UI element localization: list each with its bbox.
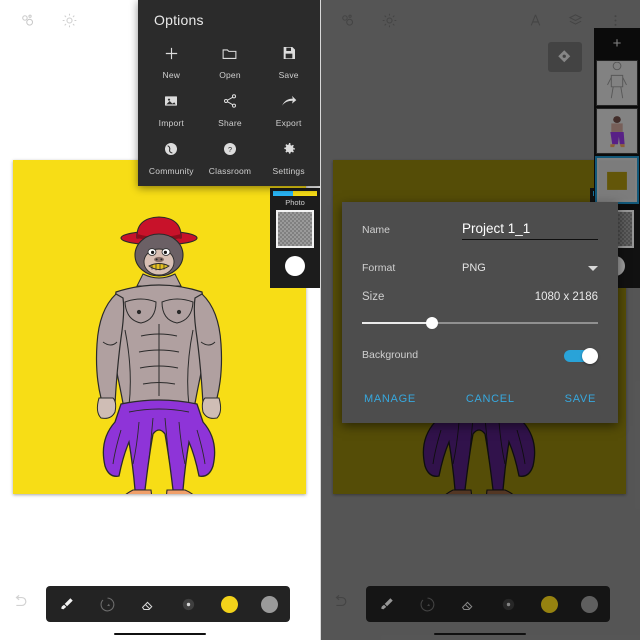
save-disk-icon [281, 42, 297, 64]
options-item-label: New [162, 70, 181, 80]
size-slider[interactable] [362, 314, 598, 332]
gear-icon[interactable] [52, 3, 86, 37]
options-item-community[interactable]: Community [142, 132, 201, 176]
options-item-label: Community [148, 166, 194, 176]
options-item-export[interactable]: Export [259, 84, 318, 128]
options-item-open[interactable]: Open [201, 36, 260, 80]
folder-icon [221, 42, 238, 64]
name-label: Name [362, 224, 391, 236]
undo-button[interactable] [10, 592, 29, 616]
project-name-input[interactable]: Project 1_1 [462, 221, 598, 240]
bubbles-icon[interactable] [10, 3, 44, 37]
chevron-down-icon [588, 265, 598, 271]
left-screen: Options New Open Save Import Share Expor… [0, 0, 320, 640]
size-value: 1080 x 2186 [534, 291, 598, 303]
slider-knob[interactable] [425, 317, 438, 329]
question-circle-icon: ? [222, 138, 238, 160]
options-item-share[interactable]: Share [201, 84, 260, 128]
options-item-label: Import [158, 118, 184, 128]
left-bottom-toolbar[interactable] [46, 586, 290, 622]
circle-icon [220, 595, 238, 613]
background-label: Background [362, 349, 419, 361]
format-label: Format [362, 262, 396, 274]
globe-icon [163, 138, 179, 160]
options-grid: New Open Save Import Share Export Commun… [138, 28, 320, 176]
gorilla-character-artwork [13, 160, 306, 494]
brush-tool[interactable] [46, 596, 87, 613]
screen-divider [320, 0, 321, 640]
options-menu-title: Options [154, 12, 204, 28]
plus-icon [163, 42, 180, 64]
options-item-label: Save [278, 70, 299, 80]
options-item-settings[interactable]: Settings [259, 132, 318, 176]
secondary-color-swatch[interactable] [249, 595, 290, 613]
primary-color-swatch[interactable] [209, 595, 250, 613]
name-row: Name Project 1_1 [342, 202, 618, 252]
background-row: Background [342, 332, 618, 378]
dual-screenshot: Options New Open Save Import Share Expor… [0, 0, 640, 640]
photo-label: Photo [285, 198, 305, 207]
options-item-classroom[interactable]: ? Classroom [201, 132, 260, 176]
size-label: Size [362, 291, 385, 303]
options-item-label: Share [218, 118, 242, 128]
gear-icon [281, 138, 297, 160]
format-row[interactable]: Format PNG [342, 252, 618, 284]
photo-thumbnail[interactable] [276, 210, 314, 248]
options-item-save[interactable]: Save [259, 36, 318, 80]
options-item-label: Open [219, 70, 241, 80]
save-button[interactable]: SAVE [565, 393, 596, 405]
home-indicator[interactable] [114, 633, 206, 635]
eraser-tool[interactable] [127, 596, 168, 613]
photo-color-bar [273, 191, 317, 196]
photo-layer-widget[interactable]: Photo [270, 188, 320, 288]
export-arrow-icon [280, 90, 297, 112]
options-item-import[interactable]: Import [142, 84, 201, 128]
brush-size-tool[interactable] [168, 596, 209, 613]
background-toggle[interactable] [564, 347, 598, 364]
toggle-knob [582, 347, 598, 364]
drawing-canvas-left[interactable] [13, 160, 306, 494]
options-menu[interactable]: Options New Open Save Import Share Expor… [138, 0, 320, 186]
right-screen: + P [320, 0, 640, 640]
share-icon [222, 90, 238, 112]
smudge-tool[interactable] [87, 596, 128, 613]
circle-icon [261, 595, 279, 613]
options-item-label: Export [275, 118, 302, 128]
export-dialog[interactable]: Name Project 1_1 Format PNG Size 1080 x … [342, 202, 618, 423]
image-icon [163, 90, 179, 112]
slider-track-fill [362, 322, 431, 324]
size-row: Size 1080 x 2186 [342, 284, 618, 310]
format-value: PNG [462, 262, 486, 274]
format-select[interactable]: PNG [462, 262, 598, 274]
dialog-actions: MANAGE CANCEL SAVE [342, 393, 618, 405]
manage-button[interactable]: MANAGE [364, 393, 416, 405]
photo-add-button[interactable] [285, 256, 305, 276]
options-item-label: Settings [272, 166, 305, 176]
options-item-label: Classroom [208, 166, 252, 176]
left-nav-bar [0, 628, 320, 640]
svg-text:?: ? [228, 145, 232, 154]
cancel-button[interactable]: CANCEL [466, 393, 515, 405]
options-item-new[interactable]: New [142, 36, 201, 80]
